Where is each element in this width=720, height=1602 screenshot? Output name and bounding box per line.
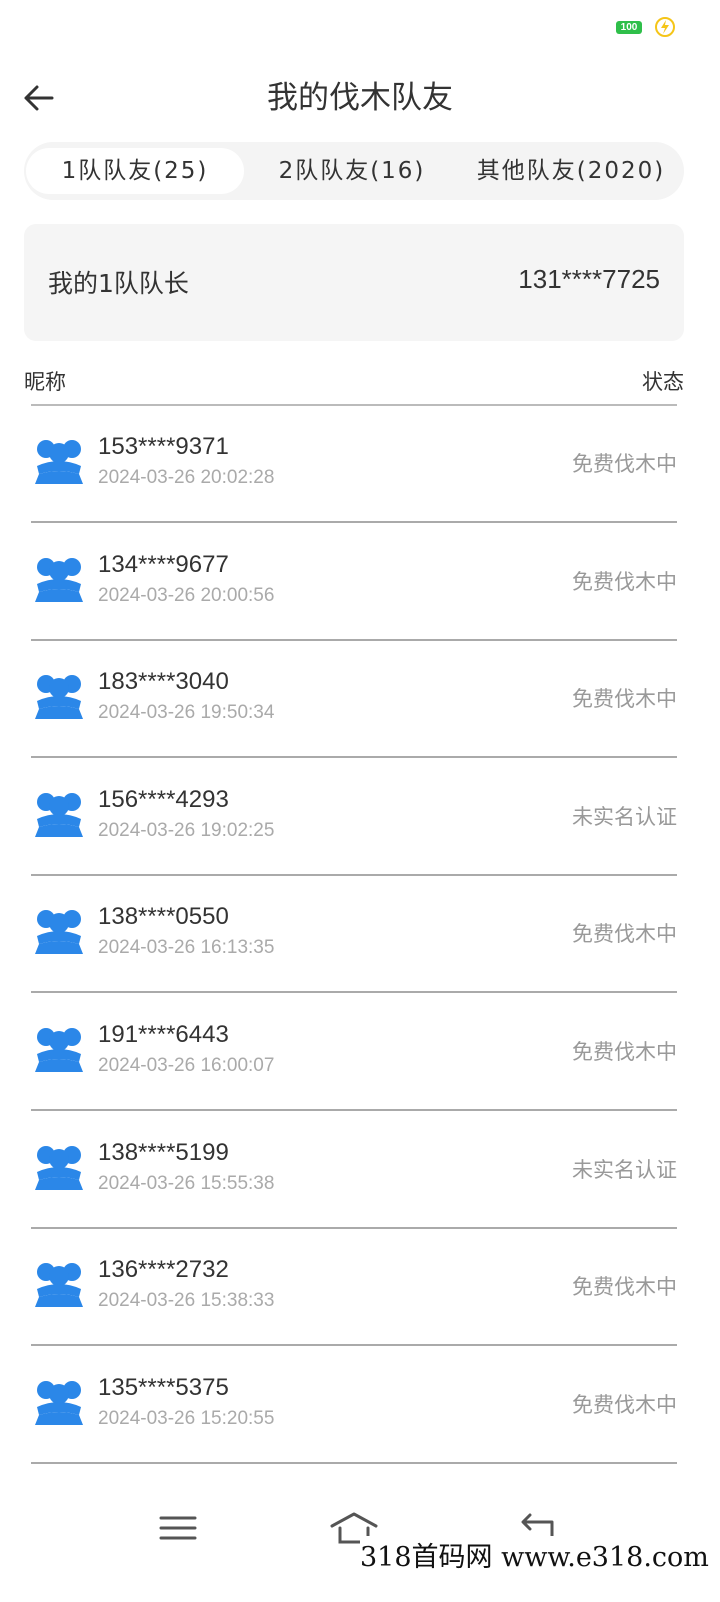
member-phone: 134****9677 — [98, 550, 229, 578]
list-item[interactable]: 153****9371 2024-03-26 20:02:28 免费伐木中 — [31, 406, 677, 523]
battery-icon: 100 — [616, 21, 642, 34]
member-join-time: 2024-03-26 16:00:07 — [98, 1055, 275, 1076]
member-join-time: 2024-03-26 19:50:34 — [98, 702, 275, 724]
tab-team-1[interactable]: 1队队友(25) — [26, 148, 244, 194]
member-join-time: 2024-03-26 20:02:28 — [98, 467, 275, 488]
member-status: 免费伐木中 — [572, 1275, 677, 1300]
member-phone: 153****9371 — [98, 433, 229, 460]
avatar-icon — [33, 1379, 85, 1427]
list-item[interactable]: 191****6443 2024-03-26 16:00:07 免费伐木中 — [31, 994, 677, 1111]
tab-other-teammates[interactable]: 其他队友(2020) — [460, 148, 682, 194]
list-item[interactable]: 138****5199 2024-03-26 15:55:38 未实名认证 — [31, 1112, 677, 1229]
member-phone: 136****2732 — [98, 1256, 229, 1284]
avatar-icon — [33, 791, 85, 839]
list-item[interactable]: 136****2732 2024-03-26 15:38:33 免费伐木中 — [31, 1229, 677, 1347]
member-status: 免费伐木中 — [572, 1040, 677, 1064]
avatar-icon — [33, 438, 85, 486]
list-item[interactable]: 138****0550 2024-03-26 16:13:35 免费伐木中 — [31, 876, 677, 994]
member-status: 未实名认证 — [572, 1157, 677, 1182]
member-join-time: 2024-03-26 15:20:55 — [98, 1407, 275, 1429]
list-item[interactable]: 135****5375 2024-03-26 15:20:55 免费伐木中 — [31, 1347, 677, 1464]
tab-team-2[interactable]: 2队队友(16) — [252, 148, 452, 194]
status-bar: 100 — [0, 0, 720, 56]
member-phone: 135****5375 — [98, 1373, 229, 1401]
member-join-time: 2024-03-26 20:00:56 — [98, 584, 275, 606]
member-status: 免费伐木中 — [572, 1392, 677, 1417]
member-status: 免费伐木中 — [572, 452, 677, 476]
member-status: 免费伐木中 — [572, 922, 677, 947]
menu-icon[interactable] — [150, 1508, 206, 1548]
member-status: 免费伐木中 — [572, 569, 677, 594]
member-phone: 138****5199 — [98, 1138, 229, 1166]
captain-label: 我的1队队长 — [48, 269, 189, 298]
member-status: 未实名认证 — [572, 804, 677, 829]
tab-bar: 1队队友(25) 2队队友(16) 其他队友(2020) — [24, 142, 684, 200]
captain-card: 我的1队队长 131****7725 — [24, 224, 684, 341]
member-join-time: 2024-03-26 19:02:25 — [98, 819, 275, 841]
list-item[interactable]: 156****4293 2024-03-26 19:02:25 未实名认证 — [31, 759, 677, 876]
member-join-time: 2024-03-26 15:55:38 — [98, 1172, 275, 1194]
avatar-icon — [33, 908, 85, 956]
avatar-icon — [33, 673, 85, 721]
captain-phone: 131****7725 — [518, 264, 660, 294]
member-phone: 183****3040 — [98, 668, 229, 696]
list-header: 昵称 状态 — [24, 362, 684, 402]
column-header-status: 状态 — [642, 370, 684, 394]
divider — [31, 1461, 677, 1464]
avatar-icon — [33, 556, 85, 604]
member-join-time: 2024-03-26 15:38:33 — [98, 1290, 275, 1312]
avatar-icon — [33, 1144, 85, 1192]
member-join-time: 2024-03-26 16:13:35 — [98, 937, 275, 959]
column-header-nickname: 昵称 — [24, 370, 66, 394]
member-phone: 138****0550 — [98, 903, 229, 931]
page-title: 我的伐木队友 — [267, 80, 453, 116]
list-item[interactable]: 183****3040 2024-03-26 19:50:34 免费伐木中 — [31, 641, 677, 759]
member-status: 免费伐木中 — [572, 687, 677, 712]
avatar-icon — [33, 1026, 85, 1074]
list-item[interactable]: 134****9677 2024-03-26 20:00:56 免费伐木中 — [31, 524, 677, 641]
avatar-icon — [33, 1261, 85, 1309]
member-phone: 156****4293 — [98, 785, 229, 813]
header: 我的伐木队友 — [0, 60, 720, 136]
lightning-icon — [655, 17, 675, 37]
watermark: 318首码网 www.e318.com — [360, 1536, 720, 1602]
member-phone: 191****6443 — [98, 1021, 229, 1048]
